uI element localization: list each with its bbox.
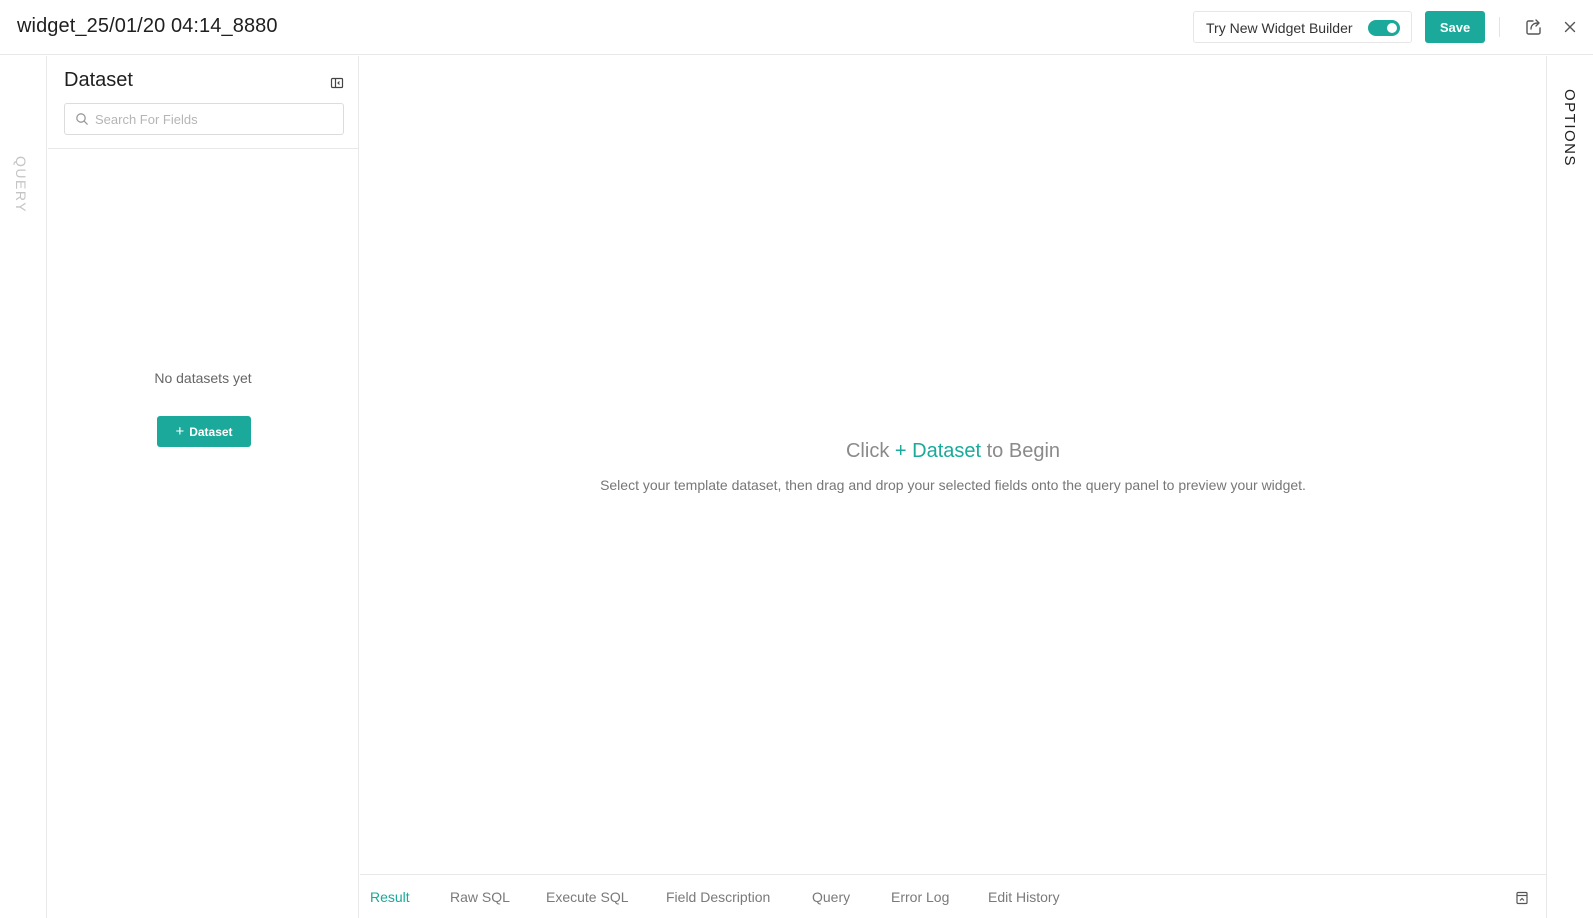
options-rail-label: OPTIONS — [1561, 89, 1578, 168]
dataset-panel-divider — [48, 148, 358, 149]
close-icon — [1564, 21, 1576, 33]
toggle-knob — [1387, 23, 1397, 33]
tab-error-log[interactable]: Error Log — [891, 889, 949, 905]
tab-raw-sql[interactable]: Raw SQL — [450, 889, 510, 905]
add-dataset-label: Dataset — [189, 424, 233, 439]
dataset-panel-title: Dataset — [64, 69, 133, 91]
header-bar: widget_25/01/20 04:14_8880 Try New Widge… — [0, 0, 1593, 55]
query-rail[interactable]: QUERY — [0, 56, 47, 918]
field-search — [64, 103, 344, 135]
tab-field-description[interactable]: Field Description — [666, 889, 770, 905]
search-fields-input[interactable] — [95, 105, 335, 133]
search-icon — [76, 113, 88, 125]
tab-query[interactable]: Query — [812, 889, 850, 905]
dataset-panel: Dataset No datasets yet + Dataset — [48, 56, 359, 918]
new-builder-toggle[interactable] — [1368, 20, 1400, 36]
close-button[interactable] — [1559, 16, 1581, 38]
query-rail-label: QUERY — [13, 156, 29, 214]
empty-datasets-text: No datasets yet — [154, 370, 252, 386]
begin-prompt: Click + Dataset to Begin — [360, 440, 1546, 463]
widget-title: widget_25/01/20 04:14_8880 — [17, 15, 278, 37]
result-tabs-bar: Result Raw SQL Execute SQL Field Descrip… — [360, 874, 1546, 918]
share-button[interactable] — [1523, 16, 1545, 38]
collapse-panel-icon[interactable] — [330, 76, 344, 90]
try-new-widget-builder: Try New Widget Builder — [1193, 11, 1412, 43]
expand-results-icon[interactable] — [1515, 891, 1529, 905]
options-rail[interactable]: OPTIONS — [1546, 56, 1593, 918]
begin-prompt-suffix: to Begin — [986, 440, 1061, 462]
save-button[interactable]: Save — [1425, 11, 1485, 43]
begin-instructions: Select your template dataset, then drag … — [600, 477, 1306, 493]
query-canvas[interactable]: Click + Dataset to Begin Select your tem… — [360, 56, 1546, 918]
tab-result[interactable]: Result — [370, 889, 410, 905]
begin-prompt-dataset-link[interactable]: + Dataset — [895, 440, 981, 462]
add-dataset-button[interactable]: + Dataset — [157, 416, 251, 447]
tab-execute-sql[interactable]: Execute SQL — [546, 889, 629, 905]
header-divider — [1499, 17, 1500, 37]
share-icon — [1526, 19, 1541, 35]
begin-prompt-prefix: Click — [845, 440, 890, 462]
try-new-widget-builder-label: Try New Widget Builder — [1206, 20, 1353, 36]
tab-edit-history[interactable]: Edit History — [988, 889, 1060, 905]
plus-icon: + — [175, 423, 185, 440]
